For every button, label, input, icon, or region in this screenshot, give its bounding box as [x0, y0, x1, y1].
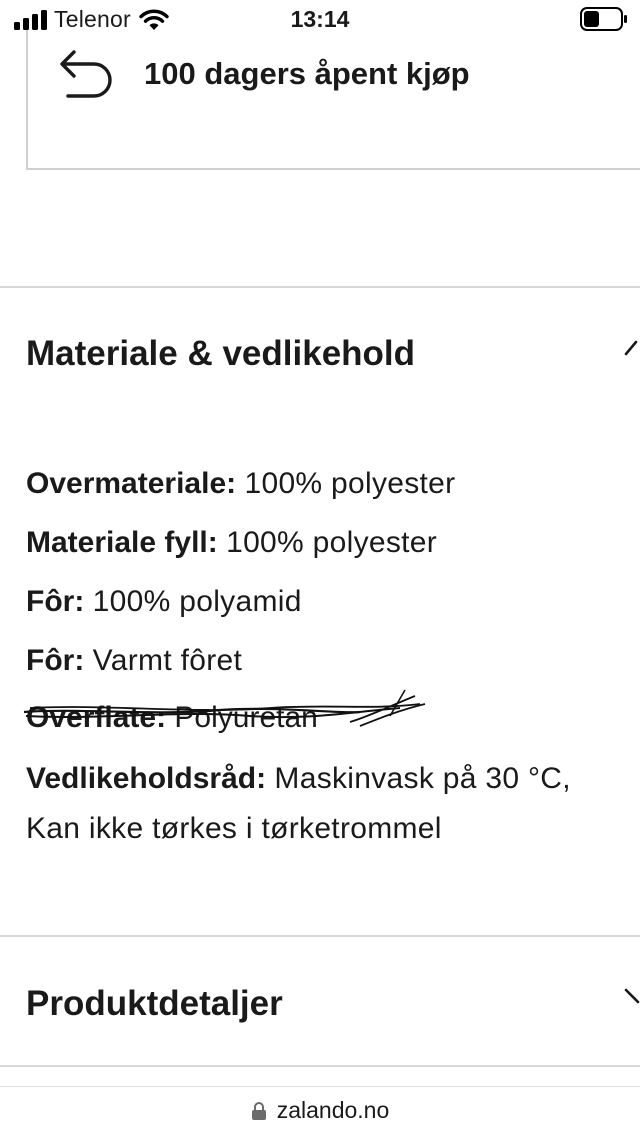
chevron-up-icon[interactable]	[624, 338, 640, 358]
scribble-strikethrough	[23, 689, 426, 727]
lock-icon	[251, 1101, 266, 1120]
return-policy-label: 100 dagers åpent kjøp	[144, 56, 470, 91]
url-text: zalando.no	[276, 1097, 390, 1123]
return-policy-card[interactable]	[26, 30, 640, 170]
return-arrow-icon	[60, 50, 112, 98]
spec-label: Overmateriale:	[26, 467, 237, 500]
spec-filling-material: Materiale fyll: 100% polyester	[26, 525, 437, 561]
spec-lining-material: Fôr: 100% polyamid	[26, 584, 302, 620]
spec-value: Kan ikke tørkes i tørketrommel	[26, 812, 442, 845]
spec-value: 100% polyester	[226, 526, 438, 559]
spec-value: 100% polyamid	[92, 585, 302, 618]
status-time: 13:14	[290, 6, 350, 32]
battery-icon	[580, 7, 627, 31]
browser-url-bar[interactable]: zalando.no	[0, 1086, 640, 1136]
url-inner: zalando.no	[0, 1097, 640, 1124]
spec-label: Materiale fyll:	[26, 526, 218, 559]
section-divider	[0, 935, 640, 937]
section-divider	[0, 286, 640, 288]
screen: Telenor 13:14 100 dagers åpent kjøp Mate…	[0, 0, 640, 1136]
spec-label: Vedlikeholdsråd:	[26, 762, 267, 795]
spec-lining-type: Fôr: Varmt fôret	[26, 643, 242, 679]
spec-care-advice: Vedlikeholdsråd: Maskinvask på 30 °C,	[26, 761, 571, 797]
spec-label: Fôr:	[26, 585, 85, 618]
spec-value: Maskinvask på 30 °C,	[274, 762, 571, 795]
spec-label: Fôr:	[26, 644, 85, 677]
spec-outer-material: Overmateriale: 100% polyester	[26, 466, 455, 502]
chevron-down-icon[interactable]	[624, 986, 640, 1006]
product-details-title[interactable]: Produktdetaljer	[26, 984, 283, 1024]
spec-care-advice-continued: Kan ikke tørkes i tørketrommel	[26, 811, 442, 847]
material-section-title[interactable]: Materiale & vedlikehold	[26, 334, 415, 374]
spec-value: Varmt fôret	[92, 644, 243, 677]
section-divider	[0, 1065, 640, 1067]
spec-value: 100% polyester	[244, 467, 456, 500]
